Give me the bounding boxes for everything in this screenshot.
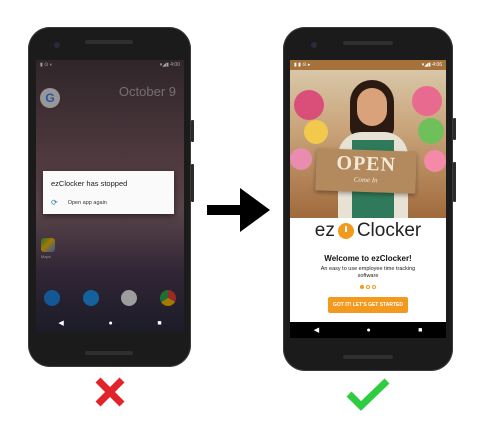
right-volume-button <box>453 162 456 202</box>
status-time: 4:06 <box>432 62 442 68</box>
get-started-button[interactable]: GOT IT! LET'S GET STARTED <box>328 297 408 313</box>
right-power-button <box>453 118 456 140</box>
welcome-subtitle: An easy to use employee time tracking so… <box>320 266 416 280</box>
top-speaker <box>85 40 133 44</box>
front-camera <box>54 42 60 48</box>
x-mark-icon <box>95 377 125 407</box>
page-dot <box>366 285 370 289</box>
right-phone-screen: ▮ ▮ ⊙ ▸ ▾◢▮ 4:06 OPEN Come In ez Clocker… <box>290 60 446 338</box>
page-dot-active <box>360 285 364 289</box>
nav-bar: ◀ ● ■ <box>290 322 446 338</box>
welcome-heading: Welcome to ezClocker! <box>324 254 412 263</box>
bottom-speaker <box>85 351 133 355</box>
open-app-again-button[interactable]: ⟳ Open app again <box>51 198 107 207</box>
app-crash-dialog: ezClocker has stopped ⟳ Open app again <box>43 171 174 214</box>
clock-icon <box>337 223 354 239</box>
signal-icon: ▾◢▮ <box>421 62 433 68</box>
refresh-icon: ⟳ <box>51 198 58 207</box>
back-button[interactable]: ◀ <box>314 326 319 334</box>
left-phone-screen: ▮ ⊙ ◐ ▾◢▮ 4:00 G October 9 Maps ezClocke… <box>36 60 184 332</box>
arrow-head <box>240 188 270 232</box>
page-dot <box>372 285 376 289</box>
left-power-button <box>191 120 194 142</box>
home-button[interactable]: ● <box>108 320 112 327</box>
sign-headline: OPEN <box>336 151 397 177</box>
check-mark-icon <box>346 378 390 411</box>
home-button[interactable]: ● <box>366 327 370 334</box>
status-bar: ▮ ▮ ⊙ ▸ ▾◢▮ 4:06 <box>290 60 446 70</box>
top-speaker <box>343 41 393 45</box>
hero-photo: OPEN Come In <box>290 70 446 218</box>
logo-left-text: ez <box>314 220 335 241</box>
page-indicator <box>290 285 446 289</box>
bottom-speaker <box>343 355 393 359</box>
recents-button[interactable]: ■ <box>157 320 161 327</box>
recents-button[interactable]: ■ <box>418 327 422 334</box>
open-sign: OPEN Come In <box>315 148 417 194</box>
front-camera <box>311 42 317 48</box>
back-button[interactable]: ◀ <box>58 319 63 327</box>
notification-icons: ▮ ▮ ⊙ ▸ <box>294 62 311 68</box>
nav-bar: ◀ ● ■ <box>36 314 184 332</box>
dialog-title: ezClocker has stopped <box>51 179 128 188</box>
open-app-again-label: Open app again <box>67 199 107 206</box>
logo-right-text: Clocker <box>356 220 422 241</box>
left-volume-button <box>191 164 194 202</box>
ezclocker-logo: ez Clocker <box>290 220 446 242</box>
